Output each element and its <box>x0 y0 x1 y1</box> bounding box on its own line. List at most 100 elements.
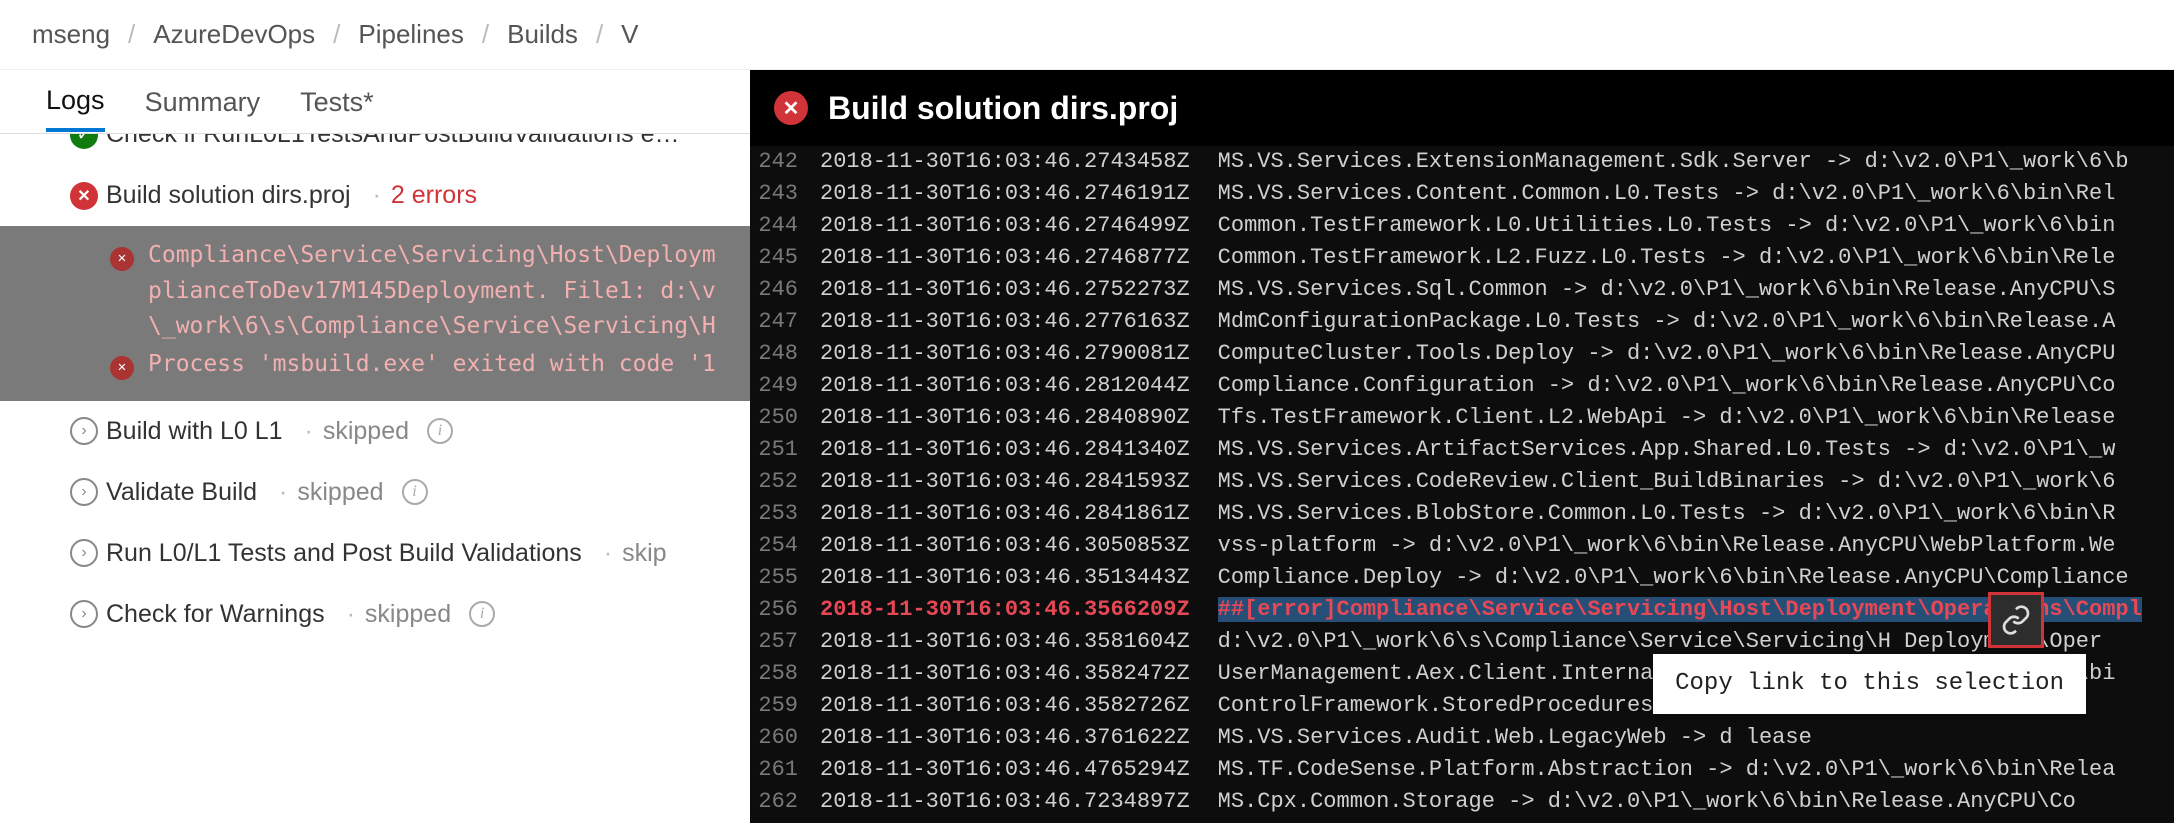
log-message: MS.VS.Services.ArtifactServices.App.Shar… <box>1218 434 2116 466</box>
log-line[interactable]: 2562018-11-30T16:03:46.3566209Z##[error]… <box>750 594 2174 626</box>
log-line[interactable]: 2602018-11-30T16:03:46.3761622ZMS.VS.Ser… <box>750 722 2174 754</box>
log-pane: ✕ Build solution dirs.proj 2422018-11-30… <box>750 70 2174 823</box>
log-message: Compliance.Configuration -> d:\v2.0\P1\_… <box>1218 370 2116 402</box>
line-number: 249 <box>750 370 820 402</box>
step-status: skipped <box>323 417 409 445</box>
log-line[interactable]: 2542018-11-30T16:03:46.3050853Zvss-platf… <box>750 530 2174 562</box>
log-line[interactable]: 2622018-11-30T16:03:46.7234897ZMS.Cpx.Co… <box>750 786 2174 818</box>
step-run-tests[interactable]: › Run L0/L1 Tests and Post Build Validat… <box>0 523 750 584</box>
log-line[interactable]: 2472018-11-30T16:03:46.2776163ZMdmConfig… <box>750 306 2174 338</box>
log-line[interactable]: 2552018-11-30T16:03:46.3513443ZComplianc… <box>750 562 2174 594</box>
log-line[interactable]: 2522018-11-30T16:03:46.2841593ZMS.VS.Ser… <box>750 466 2174 498</box>
line-number: 243 <box>750 178 820 210</box>
chevron-right-icon: › <box>70 417 98 445</box>
tab-summary[interactable]: Summary <box>145 73 261 130</box>
log-message: Common.TestFramework.L2.Fuzz.L0.Tests ->… <box>1218 242 2116 274</box>
log-timestamp: 2018-11-30T16:03:46.7234897Z <box>820 786 1218 818</box>
log-message: MS.VS.Services.ExtensionManagement.Sdk.S… <box>1218 146 2129 178</box>
chevron-right-icon: › <box>70 600 98 628</box>
line-number: 247 <box>750 306 820 338</box>
log-line[interactable]: 2452018-11-30T16:03:46.2746877ZCommon.Te… <box>750 242 2174 274</box>
log-timestamp: 2018-11-30T16:03:46.3582472Z <box>820 658 1218 690</box>
log-message: MS.Cpx.Common.Storage -> d:\v2.0\P1\_wor… <box>1218 786 2076 818</box>
log-line[interactable]: 2422018-11-30T16:03:46.2743458ZMS.VS.Ser… <box>750 146 2174 178</box>
step-label: Build with L0 L1 <box>106 417 283 446</box>
step-label: Run L0/L1 Tests and Post Build Validatio… <box>106 539 582 568</box>
error-icon: ✕ <box>70 182 98 210</box>
breadcrumb-item[interactable]: Pipelines <box>346 19 476 50</box>
info-icon[interactable]: i <box>469 601 495 627</box>
line-number: 257 <box>750 626 820 658</box>
log-line[interactable]: 2532018-11-30T16:03:46.2841861ZMS.VS.Ser… <box>750 498 2174 530</box>
log-timestamp: 2018-11-30T16:03:46.2743458Z <box>820 146 1218 178</box>
tab-tests[interactable]: Tests* <box>300 73 374 130</box>
log-line[interactable]: 2432018-11-30T16:03:46.2746191ZMS.VS.Ser… <box>750 178 2174 210</box>
step-status: skipped <box>297 478 383 506</box>
log-message: MS.VS.Services.CodeReview.Client_BuildBi… <box>1218 466 2116 498</box>
line-number: 242 <box>750 146 820 178</box>
log-timestamp: 2018-11-30T16:03:46.2841340Z <box>820 434 1218 466</box>
log-timestamp: 2018-11-30T16:03:46.2840890Z <box>820 402 1218 434</box>
info-icon[interactable]: i <box>427 418 453 444</box>
breadcrumb-item[interactable]: V <box>609 19 650 50</box>
info-icon[interactable]: i <box>402 479 428 505</box>
log-timestamp: 2018-11-30T16:03:46.2790081Z <box>820 338 1218 370</box>
log-line[interactable]: 2612018-11-30T16:03:46.4765294ZMS.TF.Cod… <box>750 754 2174 786</box>
line-number: 245 <box>750 242 820 274</box>
log-body[interactable]: 2422018-11-30T16:03:46.2743458ZMS.VS.Ser… <box>750 146 2174 823</box>
step-status: skip <box>622 539 666 567</box>
copy-link-tooltip: Copy link to this selection <box>1653 654 2086 714</box>
log-message: MS.VS.Services.BlobStore.Common.L0.Tests… <box>1218 498 2116 530</box>
log-timestamp: 2018-11-30T16:03:46.2776163Z <box>820 306 1218 338</box>
log-line[interactable]: 2482018-11-30T16:03:46.2790081ZComputeCl… <box>750 338 2174 370</box>
tab-logs[interactable]: Logs <box>46 71 105 132</box>
error-count: 2 errors <box>391 181 477 209</box>
line-number: 256 <box>750 594 820 626</box>
breadcrumb-item[interactable]: AzureDevOps <box>141 19 327 50</box>
step-errors: ✕ Compliance\Service\Servicing\Host\Depl… <box>0 226 750 401</box>
log-message: ComputeCluster.Tools.Deploy -> d:\v2.0\P… <box>1218 338 2116 370</box>
link-icon <box>2000 604 2032 636</box>
breadcrumb-item[interactable]: Builds <box>495 19 590 50</box>
log-timestamp: 2018-11-30T16:03:47.6199885Z <box>820 818 1218 823</box>
log-timestamp: 2018-11-30T16:03:46.4765294Z <box>820 754 1218 786</box>
log-line[interactable]: 2492018-11-30T16:03:46.2812044ZComplianc… <box>750 370 2174 402</box>
line-number: 252 <box>750 466 820 498</box>
log-line[interactable]: 2512018-11-30T16:03:46.2841340ZMS.VS.Ser… <box>750 434 2174 466</box>
log-message: MS.VS.Services.Sql.Common -> d:\v2.0\P1\… <box>1218 274 2116 306</box>
breadcrumb: mseng/ AzureDevOps/ Pipelines/ Builds/ V <box>0 0 2174 70</box>
line-number: 258 <box>750 658 820 690</box>
log-message: Compliance.Deploy -> d:\v2.0\P1\_work\6\… <box>1218 562 2129 594</box>
error-icon: ✕ <box>110 356 134 380</box>
log-line[interactable]: 2502018-11-30T16:03:46.2840890ZTfs.TestF… <box>750 402 2174 434</box>
log-timestamp: 2018-11-30T16:03:46.2746191Z <box>820 178 1218 210</box>
line-number: 251 <box>750 434 820 466</box>
log-timestamp: 2018-11-30T16:03:46.3581604Z <box>820 626 1218 658</box>
line-number: 263 <box>750 818 820 823</box>
log-message: Tfs.TestFramework.Client.L2.WebApi -> d:… <box>1218 402 2116 434</box>
step-check[interactable]: ✓ Check if RunL0L1TestsAndPostBuildValid… <box>0 134 750 165</box>
log-timestamp: 2018-11-30T16:03:46.2812044Z <box>820 370 1218 402</box>
line-number: 255 <box>750 562 820 594</box>
copy-link-button[interactable] <box>1988 592 2044 648</box>
step-label: Check if RunL0L1TestsAndPostBuildValidat… <box>106 134 679 149</box>
log-header: ✕ Build solution dirs.proj <box>750 70 2174 146</box>
log-line[interactable]: 2442018-11-30T16:03:46.2746499ZCommon.Te… <box>750 210 2174 242</box>
log-timestamp: 2018-11-30T16:03:46.2752273Z <box>820 274 1218 306</box>
log-line[interactable]: 2632018-11-30T16:03:47.6199885ZMS.TF.Cli… <box>750 818 2174 823</box>
step-label: Check for Warnings <box>106 600 325 629</box>
log-line[interactable]: 2462018-11-30T16:03:46.2752273ZMS.VS.Ser… <box>750 274 2174 306</box>
log-message: Common.TestFramework.L0.Utilities.L0.Tes… <box>1218 210 2116 242</box>
log-title: Build solution dirs.proj <box>828 90 1178 127</box>
line-number: 254 <box>750 530 820 562</box>
breadcrumb-item[interactable]: mseng <box>20 19 122 50</box>
error-text[interactable]: Process 'msbuild.exe' exited with code '… <box>148 347 716 383</box>
log-message: MS.TF.Client -> d:\v2.0\P1\_work\6\bin\R… <box>1218 818 2129 823</box>
line-number: 244 <box>750 210 820 242</box>
error-text[interactable]: Compliance\Service\Servicing\Host\Deploy… <box>148 238 716 345</box>
step-warnings[interactable]: › Check for Warnings ·skipped i <box>0 584 750 645</box>
log-message: vss-platform -> d:\v2.0\P1\_work\6\bin\R… <box>1218 530 2116 562</box>
step-validate[interactable]: › Validate Build ·skipped i <box>0 462 750 523</box>
step-build-dirs[interactable]: ✕ Build solution dirs.proj ·2 errors <box>0 165 750 226</box>
step-build-l0l1[interactable]: › Build with L0 L1 ·skipped i <box>0 401 750 462</box>
